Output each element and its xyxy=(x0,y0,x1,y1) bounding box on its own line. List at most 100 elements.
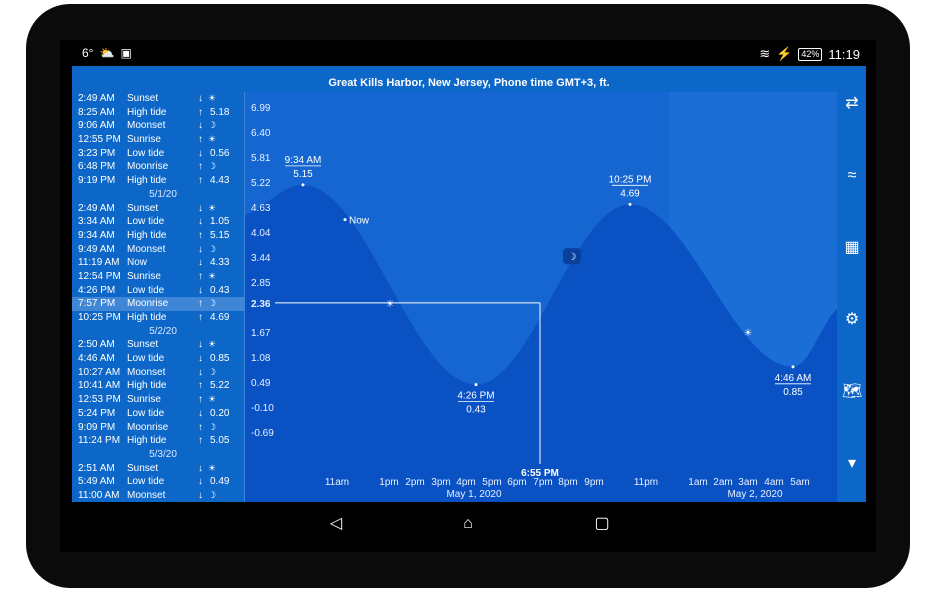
event-time: 12:54 PM xyxy=(78,270,121,282)
event-time: 2:49 AM xyxy=(78,202,115,214)
list-item[interactable]: 9:49 AM Moonset ↓ ☽ xyxy=(72,243,244,257)
extremum-time: 4:46 AM xyxy=(775,373,812,384)
event-time: 11:00 AM xyxy=(78,489,120,501)
waves-icon[interactable]: ≈ xyxy=(842,166,862,186)
list-item[interactable]: 10:41 AM High tide ↑ 5.22 xyxy=(72,379,244,393)
event-time: 10:41 AM xyxy=(78,380,121,392)
y-tick-label: -0.69 xyxy=(251,428,274,439)
extremum-time: 9:34 AM xyxy=(285,155,322,166)
grid-icon[interactable]: ▦ xyxy=(842,238,862,258)
list-item[interactable]: 9:09 PM Moonrise ↑ ☽ xyxy=(72,421,244,435)
list-item[interactable]: 9:34 AM High tide ↑ 5.15 xyxy=(72,229,244,243)
list-item[interactable]: 9:19 PM High tide ↑ 4.43 xyxy=(72,174,244,188)
list-item[interactable]: 5:49 AM Low tide ↓ 0.49 xyxy=(72,475,244,489)
moon-icon: ☽ xyxy=(208,298,217,309)
event-time: 4:46 AM xyxy=(78,353,115,365)
tide-chart-svg: 6.99 6.40 5.81 5.22 4.63 4.04 3.44 2.85 2.36 1.67… xyxy=(245,92,837,502)
list-item[interactable]: 8:25 AM High tide ↑ 5.18 xyxy=(72,106,244,120)
list-item[interactable]: 4:26 PM Low tide ↓ 0.43 xyxy=(72,284,244,298)
list-item[interactable]: 12:54 PM Sunrise ↑ ☀ xyxy=(72,270,244,284)
date-label: May 1, 2020 xyxy=(446,489,501,500)
tide-event-list[interactable]: 2:49 AM Sunset ↓ ☀ 8:25 AM High tide ↑ 5.18 9:06… xyxy=(72,92,244,502)
y-tick-label: 4.04 xyxy=(251,228,271,239)
list-item[interactable]: 11:19 AM Now ↓ 4.33 xyxy=(72,256,244,270)
event-time: 11:19 AM xyxy=(78,257,120,269)
direction-arrow: ↑ xyxy=(198,161,203,173)
extremum-point xyxy=(301,183,305,187)
back-icon[interactable]: ◁ xyxy=(326,514,346,534)
date-label: May 2, 2020 xyxy=(727,489,782,500)
list-item[interactable]: 3:34 AM Low tide ↓ 1.05 xyxy=(72,215,244,229)
chevron-down-icon[interactable]: ▾ xyxy=(842,454,862,474)
now-label: Now xyxy=(349,216,370,227)
app-screen: Great Kills Harbor, New Jersey, Phone ti… xyxy=(72,66,866,502)
x-tick-label: 4pm xyxy=(456,477,475,488)
tide-height: 0.43 xyxy=(210,284,230,296)
x-tick-label: 11pm xyxy=(634,477,658,488)
x-tick-label: 3pm xyxy=(431,477,450,488)
list-item[interactable]: 11:24 PM High tide ↑ 5.05 xyxy=(72,434,244,448)
y-tick-label: 0.49 xyxy=(251,378,271,389)
y-tick-label: 5.81 xyxy=(251,153,271,164)
list-item[interactable]: 11:00 AM Moonset ↓ ☽ xyxy=(72,489,244,502)
event-time: 7:57 PM xyxy=(78,298,116,310)
date-header: 5/3/20 xyxy=(149,448,177,460)
direction-arrow: ↓ xyxy=(198,476,203,488)
event-time: 12:55 PM xyxy=(78,134,121,146)
direction-arrow: ↓ xyxy=(198,489,203,501)
weather-icon: ⛅ xyxy=(99,46,115,60)
list-item[interactable]: 10:25 PM High tide ↑ 4.69 xyxy=(72,311,244,325)
x-tick-label: 2pm xyxy=(405,477,424,488)
list-item[interactable]: 2:51 AM Sunset ↓ ☀ xyxy=(72,462,244,476)
x-tick-label: 3am xyxy=(738,477,757,488)
direction-arrow: ↓ xyxy=(198,120,203,132)
tool-sidebar: ⇄ ≈ ▦ ⚙ 🗺 ▾ xyxy=(836,92,866,502)
tide-chart[interactable]: 6.99 6.40 5.81 5.22 4.63 4.04 3.44 2.85 2.36 1.67… xyxy=(244,92,837,502)
swap-icon[interactable]: ⇄ xyxy=(842,94,862,114)
event-name: Low tide xyxy=(127,147,165,159)
extremum-value: 5.15 xyxy=(293,169,313,180)
event-time: 2:50 AM xyxy=(78,339,115,351)
sun-icon: ☀ xyxy=(208,202,217,213)
event-name: Low tide xyxy=(127,216,165,228)
home-icon[interactable]: ⌂ xyxy=(458,514,478,534)
android-icon: ▣ xyxy=(120,46,132,60)
event-time: 3:34 AM xyxy=(78,216,115,228)
sun-icon: ☀ xyxy=(208,339,217,350)
y-tick-label: 1.08 xyxy=(251,353,271,364)
map-icon[interactable]: 🗺 xyxy=(842,382,862,402)
moon-icon: ☽ xyxy=(208,421,217,432)
tide-height: 0.20 xyxy=(210,407,230,419)
recents-icon[interactable]: ▢ xyxy=(592,514,612,534)
x-tick-label: 1am xyxy=(688,477,707,488)
list-item[interactable]: 7:57 PM Moonrise ↑ ☽ xyxy=(72,297,244,311)
event-name: High tide xyxy=(127,229,167,241)
list-item[interactable]: 5:24 PM Low tide ↓ 0.20 xyxy=(72,407,244,421)
sun-icon: ☀ xyxy=(208,134,217,145)
extremum-value: 0.85 xyxy=(783,387,803,398)
y-tick-label: 2.85 xyxy=(251,278,271,289)
cursor-time: 6:55 PM xyxy=(521,468,559,479)
list-item[interactable]: 3:23 PM Low tide ↓ 0.56 xyxy=(72,147,244,161)
list-item[interactable]: 4:46 AM Low tide ↓ 0.85 xyxy=(72,352,244,366)
direction-arrow: ↓ xyxy=(198,339,203,351)
list-item[interactable]: 2:49 AM Sunset ↓ ☀ xyxy=(72,202,244,216)
direction-arrow: ↓ xyxy=(198,462,203,474)
list-item[interactable]: 12:55 PM Sunrise ↑ ☀ xyxy=(72,133,244,147)
event-name: Low tide xyxy=(127,284,165,296)
x-tick-label: 1pm xyxy=(379,477,398,488)
extremum-time: 4:26 PM xyxy=(457,391,494,402)
y-tick-label: 3.44 xyxy=(251,253,271,264)
list-item[interactable]: 2:50 AM Sunset ↓ ☀ xyxy=(72,338,244,352)
extremum-time: 10:25 PM xyxy=(609,174,652,185)
sunrise-icon: ☀ xyxy=(386,299,395,310)
list-item[interactable]: 12:53 PM Sunrise ↑ ☀ xyxy=(72,393,244,407)
direction-arrow: ↓ xyxy=(198,284,203,296)
list-item[interactable]: 9:06 AM Moonset ↓ ☽ xyxy=(72,119,244,133)
list-item[interactable]: 10:27 AM Moonset ↓ ☽ xyxy=(72,366,244,380)
list-item[interactable]: 6:48 PM Moonrise ↑ ☽ xyxy=(72,160,244,174)
settings-icon[interactable]: ⚙ xyxy=(842,310,862,330)
list-item[interactable]: 2:49 AM Sunset ↓ ☀ xyxy=(72,92,244,106)
event-time: 9:49 AM xyxy=(78,243,115,255)
direction-arrow: ↓ xyxy=(198,202,203,214)
